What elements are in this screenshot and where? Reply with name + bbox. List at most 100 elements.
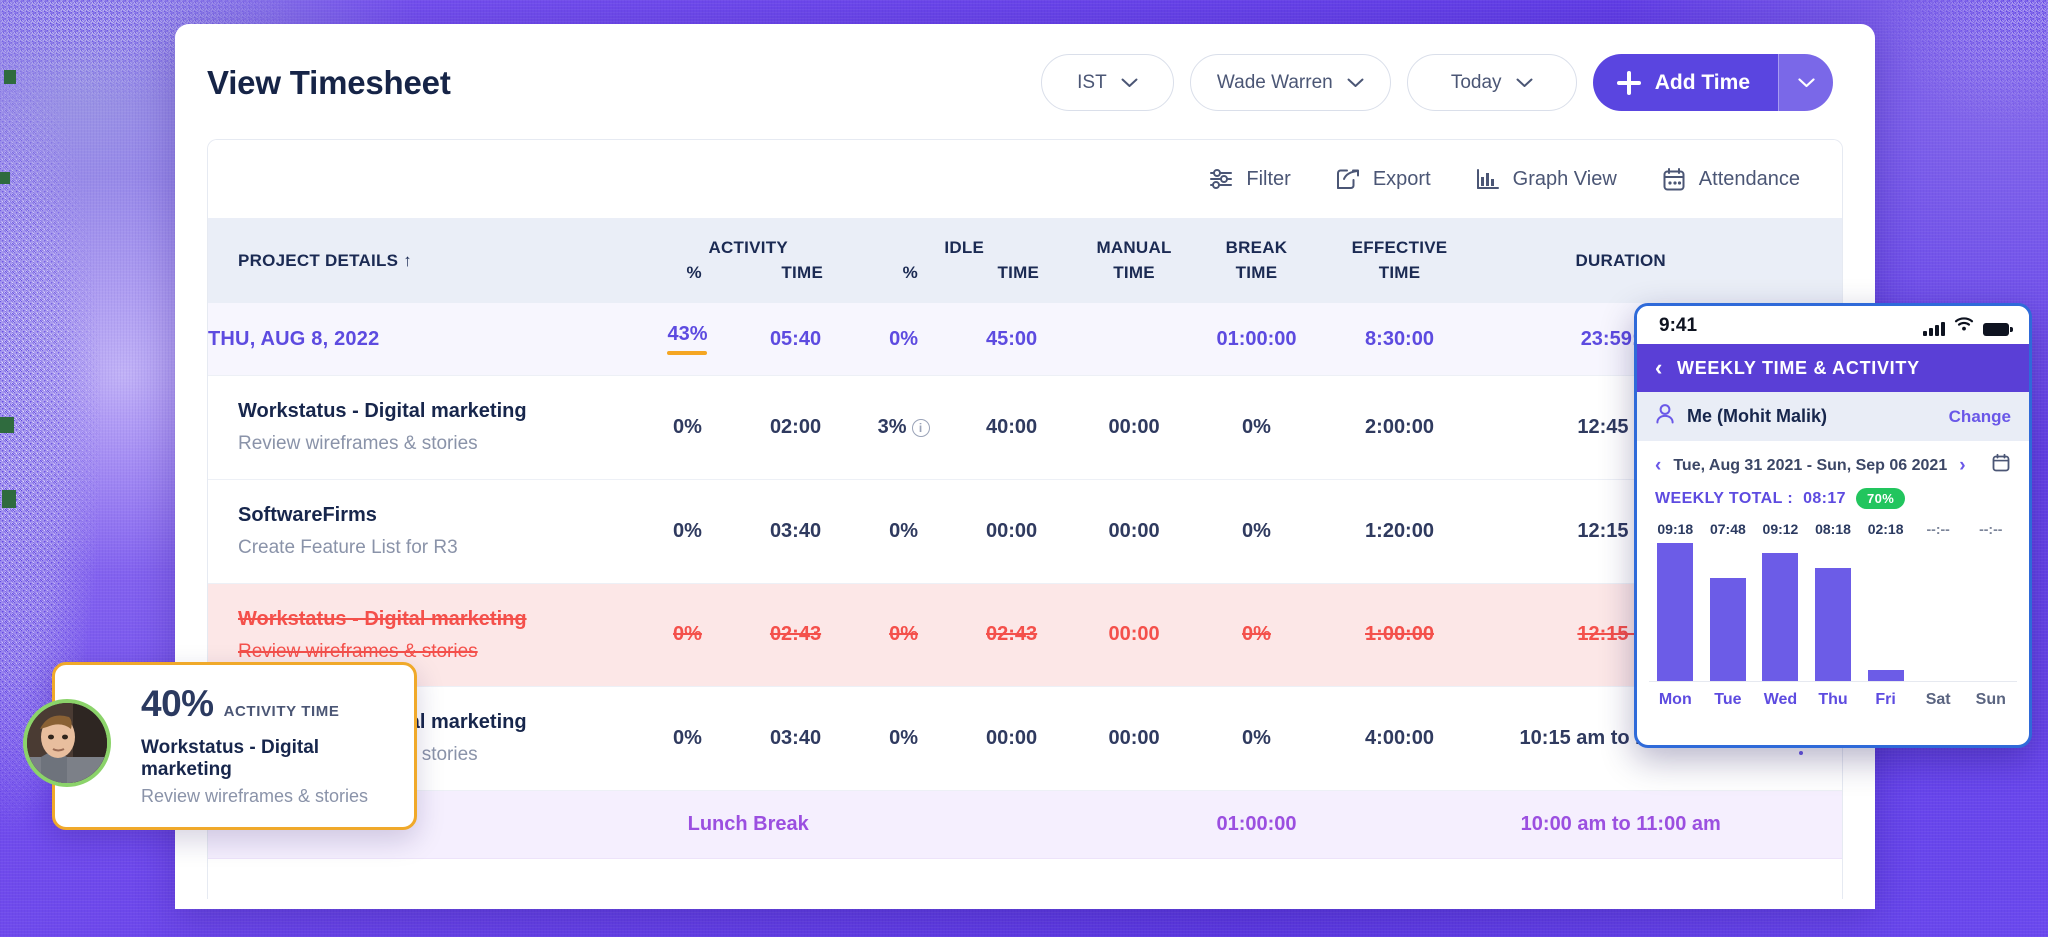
weekly-total-value: 08:17	[1803, 490, 1846, 508]
lunch-break-idle-pct	[856, 790, 951, 858]
page-title: View Timesheet	[207, 64, 451, 102]
table-row-deleted[interactable]: Workstatus - Digital marketing Review wi…	[208, 583, 1842, 687]
graph-view-button[interactable]: Graph View	[1475, 167, 1617, 191]
chart-bar-zone	[1964, 543, 2017, 682]
row-project-subtitle: Review wireframes & stories	[238, 639, 640, 665]
column-break-time: BREAK TIME	[1196, 218, 1317, 303]
row-project-title: Workstatus - Digital marketing	[238, 606, 640, 633]
next-week-icon[interactable]: ›	[1959, 455, 1965, 477]
row-idle-time: 00:00	[951, 687, 1072, 791]
row-activity-pct: 0%	[640, 687, 735, 791]
table-row-lunch-break: Lunch Break 01:00:00 10:00 am to 11:00 a…	[208, 790, 1842, 858]
user-dropdown[interactable]: Wade Warren	[1190, 54, 1391, 111]
page-header: View Timesheet IST Wade Warren Today	[175, 24, 1875, 129]
mobile-status-bar: 9:41	[1637, 306, 2029, 344]
battery-icon	[1983, 323, 2009, 336]
wifi-icon	[1954, 316, 1974, 336]
column-manual-time-line1: MANUAL	[1096, 236, 1171, 261]
chart-day-label: Sat	[1926, 691, 1951, 709]
weekly-total-label: WEEKLY TOTAL :	[1655, 490, 1793, 508]
export-button[interactable]: Export	[1335, 167, 1431, 191]
column-duration: DURATION	[1482, 218, 1760, 303]
weekly-activity-badge: 70%	[1856, 488, 1905, 509]
mobile-change-user-link[interactable]: Change	[1949, 407, 2011, 427]
row-project-cell: SoftwareFirms Create Feature List for R3	[208, 479, 640, 583]
export-icon	[1335, 167, 1361, 191]
chart-column: --:--Sun	[1964, 521, 2017, 709]
timesheet-window: View Timesheet IST Wade Warren Today	[175, 24, 1875, 909]
table-row[interactable]: SoftwareFirms Create Feature List for R3…	[208, 479, 1842, 583]
lunch-break-label: Lunch Break	[640, 790, 856, 858]
info-icon[interactable]: i	[912, 419, 930, 437]
plus-icon	[1617, 71, 1641, 95]
chart-bar[interactable]	[1762, 553, 1798, 681]
row-break-time: 0%	[1196, 583, 1317, 687]
back-icon[interactable]: ‹	[1655, 357, 1663, 379]
chevron-down-icon	[1516, 78, 1533, 88]
chart-bar[interactable]	[1815, 568, 1851, 681]
date-range-dropdown[interactable]: Today	[1407, 54, 1577, 111]
add-time-dropdown-toggle[interactable]	[1778, 54, 1833, 111]
chevron-down-icon	[1347, 78, 1364, 88]
mobile-status-time: 9:41	[1659, 315, 1697, 337]
add-time-label: Add Time	[1655, 71, 1750, 95]
chart-value-label: --:--	[1979, 521, 2002, 537]
row-idle-time: 02:43	[951, 583, 1072, 687]
date-summary-label: THU, AUG 8, 2022	[208, 303, 640, 376]
attendance-button[interactable]: Attendance	[1661, 167, 1800, 192]
chart-day-label: Tue	[1714, 691, 1741, 709]
column-project-details[interactable]: PROJECT DETAILS ↑	[208, 218, 640, 303]
table-toolbar: Filter Export	[208, 140, 1842, 218]
column-effective-time-line1: EFFECTIVE	[1352, 236, 1448, 261]
column-project-details-label: PROJECT DETAILS	[238, 251, 398, 270]
table-row[interactable]: Workstatus - Digital marketing Review wi…	[208, 687, 1842, 791]
chevron-down-icon	[1121, 78, 1138, 88]
calendar-icon	[1661, 167, 1687, 192]
chart-bar-zone	[1912, 543, 1965, 682]
column-idle-pct-label: %	[856, 261, 964, 286]
mobile-header: ‹ WEEKLY TIME & ACTIVITY	[1637, 344, 2029, 392]
filter-label: Filter	[1246, 168, 1290, 191]
timezone-dropdown[interactable]: IST	[1041, 54, 1174, 111]
filter-button[interactable]: Filter	[1208, 168, 1290, 191]
chart-column: 08:18Thu	[1807, 521, 1860, 709]
previous-week-icon[interactable]: ‹	[1655, 455, 1661, 477]
chart-bar[interactable]	[1868, 670, 1904, 681]
row-break-time: 0%	[1196, 687, 1317, 791]
column-effective-time-line2: TIME	[1379, 261, 1421, 286]
decor-chip	[2, 490, 16, 508]
activity-pct-value: 43%	[667, 323, 707, 355]
column-manual-time-line2: TIME	[1113, 261, 1155, 286]
decor-chip	[4, 70, 16, 84]
chart-day-label: Fri	[1875, 691, 1895, 709]
table-row-date-summary[interactable]: THU, AUG 8, 2022 43% 05:40 0% 45:00 01:0…	[208, 303, 1842, 376]
table-row[interactable]: Workstatus - Digital marketing Review wi…	[208, 376, 1842, 480]
timezone-dropdown-label: IST	[1077, 72, 1107, 94]
chart-value-label: 02:18	[1868, 521, 1904, 537]
lunch-break-effective-time	[1317, 790, 1482, 858]
date-summary-activity-pct: 43%	[640, 303, 735, 376]
decor-chip	[0, 172, 10, 184]
weekly-bar-chart: 09:18Mon07:48Tue09:12Wed08:18Thu02:18Fri…	[1637, 513, 2029, 709]
lunch-break-time: 01:00:00	[1196, 790, 1317, 858]
column-effective-time: EFFECTIVE TIME	[1317, 218, 1482, 303]
chart-value-label: 09:18	[1657, 521, 1693, 537]
chevron-down-icon	[1798, 78, 1815, 88]
row-activity-time: 03:40	[735, 479, 856, 583]
row-activity-time: 03:40	[735, 687, 856, 791]
date-summary-break-time: 01:00:00	[1196, 303, 1317, 376]
column-activity-label: ACTIVITY	[708, 236, 787, 261]
add-time-group: Add Time	[1593, 54, 1833, 111]
chart-bar[interactable]	[1710, 578, 1746, 682]
chart-bar-zone	[1807, 543, 1860, 682]
row-idle-time: 00:00	[951, 479, 1072, 583]
row-manual-time: 00:00	[1072, 583, 1195, 687]
header-controls: IST Wade Warren Today	[1041, 54, 1833, 111]
row-activity-time: 02:43	[735, 583, 856, 687]
chart-bar[interactable]	[1657, 543, 1693, 681]
export-label: Export	[1373, 168, 1431, 191]
calendar-picker-icon[interactable]	[1991, 453, 2011, 478]
column-manual-time: MANUAL TIME	[1072, 218, 1195, 303]
chart-day-label: Wed	[1764, 691, 1797, 709]
add-time-button[interactable]: Add Time	[1593, 54, 1778, 111]
